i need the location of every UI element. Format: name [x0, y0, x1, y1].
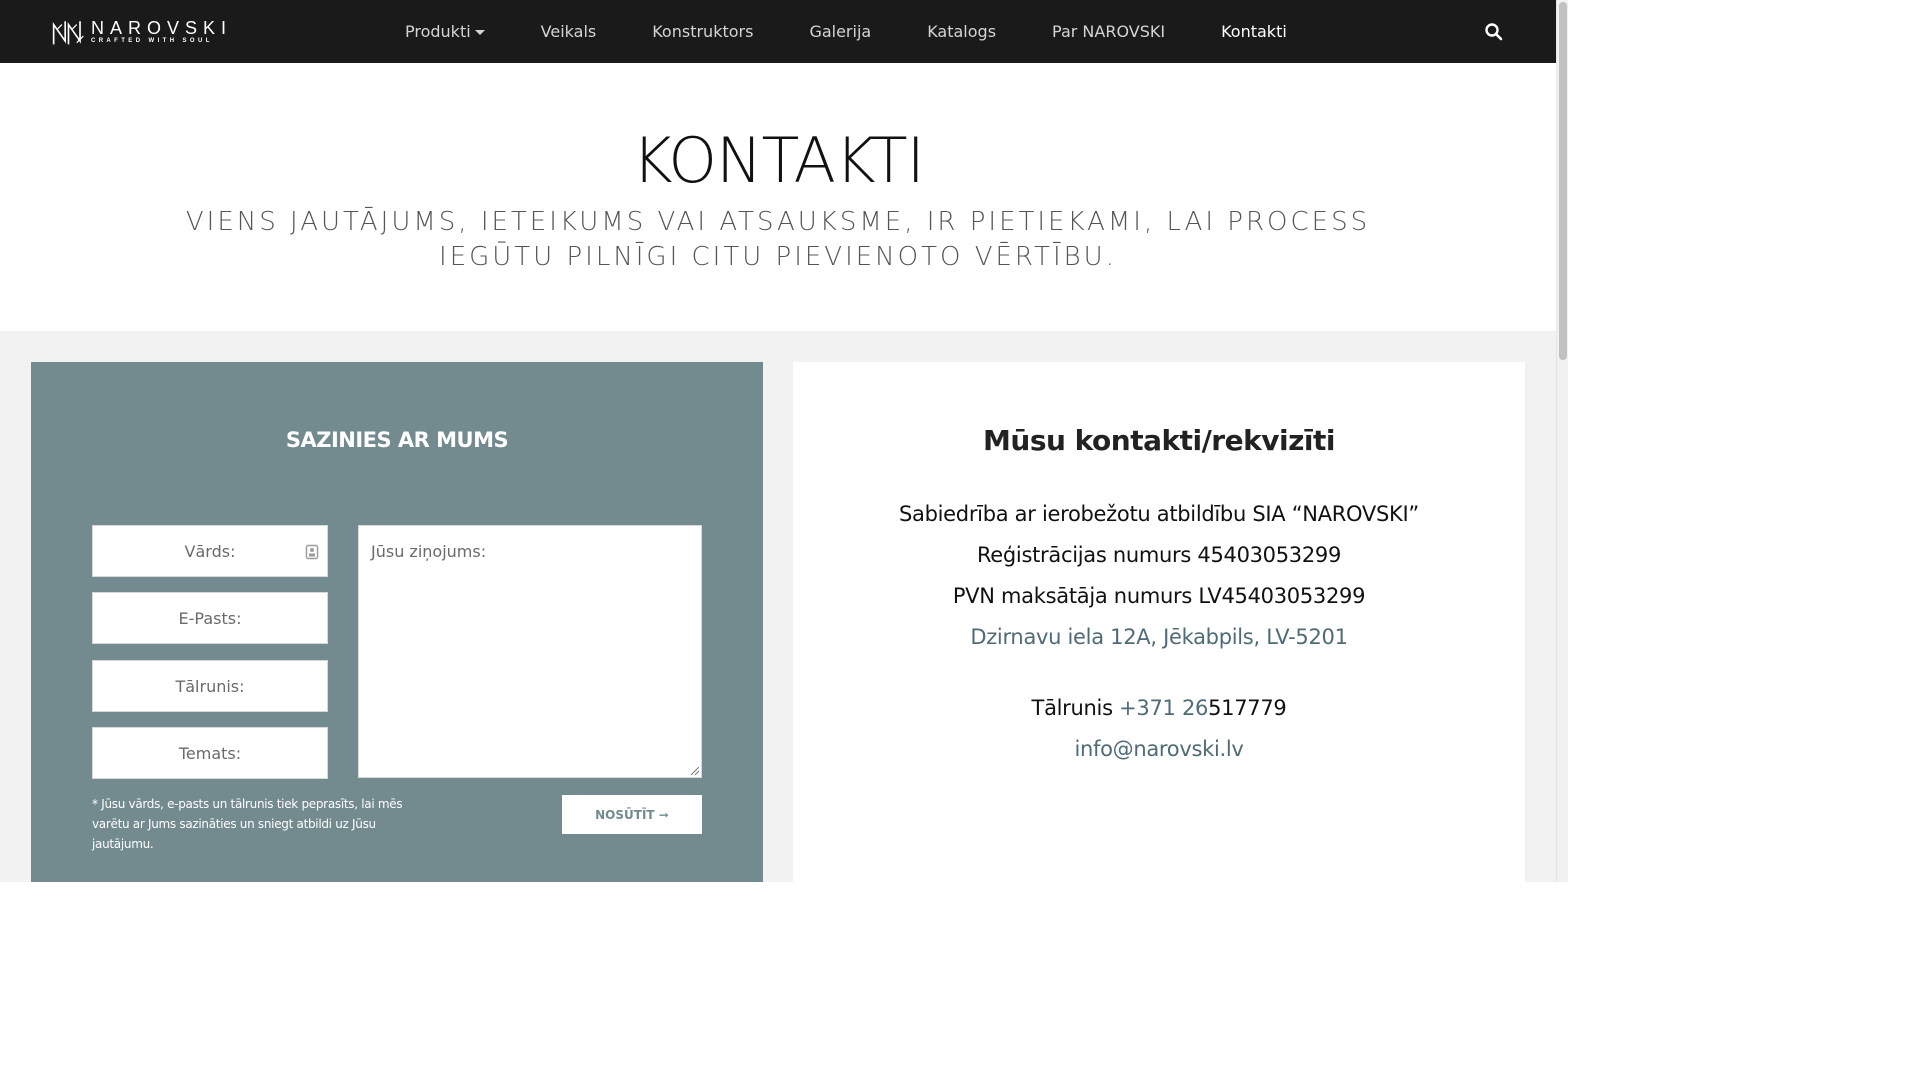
address-link[interactable]: Dzirnavu iela 12A, Jēkabpils, LV-5201 — [970, 625, 1348, 649]
email-line: info@narovski.lv — [793, 737, 1525, 761]
logo-tagline: CRAFTED WITH SOUL — [90, 38, 213, 44]
phone-rest: 517779 — [1208, 696, 1287, 720]
nav-item-konstruktors[interactable]: Konstruktors — [624, 22, 781, 41]
nav-item-produkti[interactable]: Produkti — [377, 22, 513, 41]
contact-form-panel: SAZINIES AR MUMS Vārds: E-Pasts: Tālruni… — [31, 362, 763, 882]
nav-item-kontakti[interactable]: Kontakti — [1193, 22, 1315, 41]
nav-item-katalogs[interactable]: Katalogs — [899, 22, 1024, 41]
narovski-logo-icon — [52, 21, 84, 45]
message-placeholder: Jūsu ziņojums: — [371, 542, 487, 561]
company-name: Sabiedrība ar ierobežotu atbildību SIA “… — [899, 502, 1419, 526]
vat-number: PVN maksātāja numurs LV45403053299 — [952, 584, 1366, 608]
email-link[interactable]: info@narovski.lv — [1074, 737, 1243, 761]
page-title: KONTAKTI — [632, 124, 925, 197]
nav-item-label: Produkti — [405, 22, 471, 41]
phone-field[interactable]: Tālrunis: — [92, 660, 328, 712]
contact-card-icon — [305, 544, 319, 560]
phone-link[interactable]: +371 26 — [1119, 696, 1208, 720]
phone-placeholder: Tālrunis: — [175, 676, 245, 696]
form-title: SAZINIES AR MUMS — [285, 428, 509, 452]
subject-field[interactable]: Temats: — [92, 727, 328, 779]
name-placeholder: Vārds: — [184, 541, 236, 561]
main-menu: Produkti Veikals Konstruktors Galerija K… — [377, 0, 1315, 63]
top-navbar: NAROVSKI CRAFTED WITH SOUL Produkti Veik… — [0, 0, 1556, 63]
details-title: Mūsu kontakti/rekvizīti — [983, 424, 1335, 457]
logo-name: NAROVSKI — [90, 18, 232, 38]
logo-text: NAROVSKI CRAFTED WITH SOUL — [91, 19, 232, 45]
email-placeholder: E-Pasts: — [178, 608, 242, 628]
nav-item-par-narovski[interactable]: Par NAROVSKI — [1024, 22, 1193, 41]
nav-item-veikals[interactable]: Veikals — [513, 22, 625, 41]
search-icon — [1485, 23, 1503, 41]
registration-number: Reģistrācijas numurs 45403053299 — [976, 543, 1342, 567]
chevron-down-icon — [474, 30, 485, 35]
search-button[interactable] — [1484, 22, 1504, 42]
hero-section: KONTAKTI VIENS JAUTĀJUMS, IETEIKUMS VAI … — [0, 63, 1556, 331]
name-field[interactable]: Vārds: — [92, 525, 328, 577]
scrollbar-thumb[interactable] — [1559, 2, 1567, 360]
message-textarea[interactable]: Jūsu ziņojums: — [358, 525, 702, 778]
subject-placeholder: Temats: — [178, 743, 242, 763]
company-details-panel: Mūsu kontakti/rekvizīti Sabiedrība ar ie… — [793, 362, 1525, 882]
submit-button[interactable]: NOSŪTĪT ➞ — [562, 795, 702, 834]
nav-item-galerija[interactable]: Galerija — [781, 22, 899, 41]
email-field[interactable]: E-Pasts: — [92, 592, 328, 644]
resize-handle-icon[interactable] — [691, 767, 699, 775]
page-subtitle: VIENS JAUTĀJUMS, IETEIKUMS VAI ATSAUKSME… — [185, 207, 1371, 272]
logo[interactable]: NAROVSKI CRAFTED WITH SOUL — [52, 14, 232, 50]
page-scrollbar[interactable] — [1556, 0, 1568, 882]
phone-label: Tālrunis — [1031, 696, 1120, 720]
form-note: * Jūsu vārds, e-pasts un tālrunis tiek p… — [92, 797, 403, 851]
phone-line: Tālrunis +371 26517779 — [793, 696, 1525, 720]
address-line: Dzirnavu iela 12A, Jēkabpils, LV-5201 — [793, 625, 1525, 649]
